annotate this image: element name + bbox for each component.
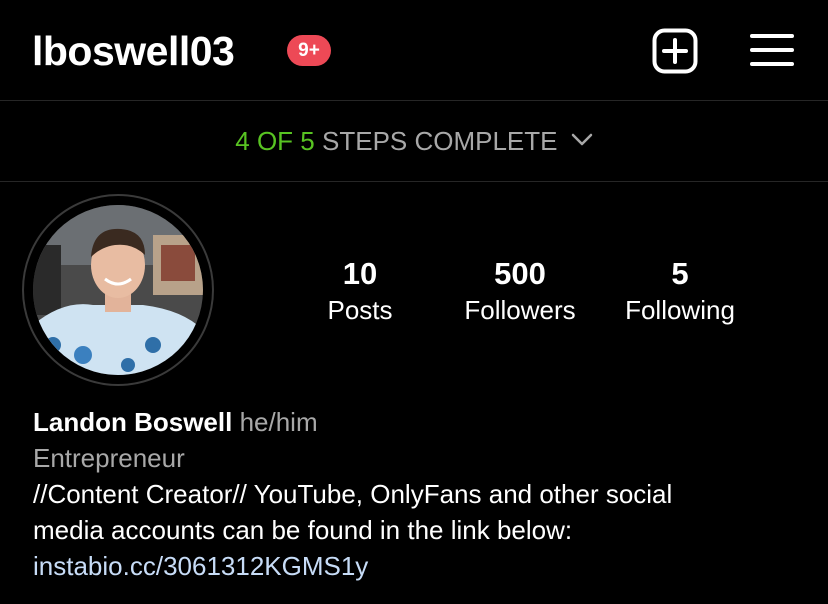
profile-bio: Landon Boswell he/him Entrepreneur //Con… [33, 404, 803, 584]
profile-steps-banner[interactable]: 4 OF 5 STEPS COMPLETE [0, 101, 828, 182]
avatar[interactable] [33, 205, 203, 375]
stat-count: 10 [342, 256, 378, 291]
notification-badge[interactable]: 9+ [287, 35, 331, 66]
chevron-down-icon [571, 133, 592, 146]
steps-label: STEPS COMPLETE [322, 126, 558, 156]
category-label: Entrepreneur [33, 443, 185, 473]
stat-followers[interactable]: 500 Followers [452, 255, 588, 327]
stat-following[interactable]: 5 Following [614, 255, 746, 327]
username-title[interactable]: lboswell03 [32, 26, 235, 76]
stat-posts[interactable]: 10 Posts [320, 255, 400, 327]
bio-link[interactable]: instabio.cc/3061312KGMS1y [33, 548, 803, 584]
plus-square-icon [652, 28, 698, 74]
bio-text-line-1: //Content Creator// YouTube, OnlyFans an… [33, 479, 673, 509]
bio-text-line-2: media accounts can be found in the link … [33, 515, 573, 545]
steps-done: 4 [235, 126, 250, 156]
steps-of: OF [256, 126, 294, 156]
profile-header: lboswell03 9+ [0, 0, 828, 101]
stat-label: Posts [327, 295, 393, 325]
avatar-photo [33, 205, 203, 375]
stat-label: Followers [464, 295, 576, 325]
new-post-button[interactable] [652, 28, 698, 74]
stat-count: 500 [494, 256, 546, 291]
hamburger-menu-icon [750, 34, 794, 66]
stat-count: 5 [671, 256, 689, 291]
menu-button[interactable] [750, 30, 794, 70]
pronouns: he/him [239, 407, 318, 437]
stat-label: Following [625, 295, 735, 325]
bio-name-line: Landon Boswell he/him [33, 404, 803, 440]
display-name: Landon Boswell [33, 407, 233, 437]
steps-total: 5 [300, 126, 315, 156]
